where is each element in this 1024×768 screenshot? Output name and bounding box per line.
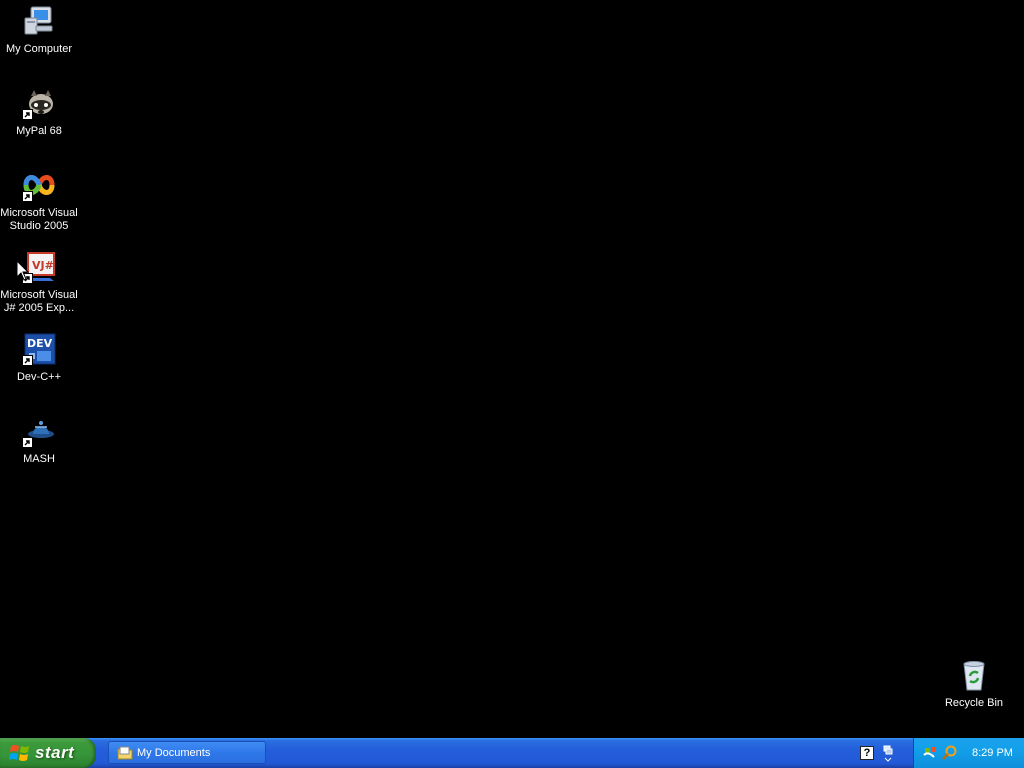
desktop-icon-visual-studio[interactable]: Microsoft Visual Studio 2005 (0, 166, 78, 233)
svg-text:DEV: DEV (27, 337, 53, 350)
dev-cpp-icon: DEV (22, 332, 56, 366)
taskbar-button-my-documents[interactable]: My Documents (108, 741, 266, 764)
start-label: start (35, 743, 75, 762)
desktop-icon-dev-cpp[interactable]: DEV Dev-C++ (0, 330, 78, 384)
windows-flag-icon (9, 745, 29, 761)
desktop-icon-mypal[interactable]: MyPal 68 (0, 84, 78, 138)
desktop-icon-mash[interactable]: MASH (0, 412, 78, 466)
svg-text:VJ#: VJ# (32, 259, 54, 272)
folder-icon (117, 746, 133, 759)
start-button[interactable]: start (0, 738, 96, 768)
desktop-icon-recycle-bin[interactable]: Recycle Bin (935, 656, 1013, 710)
shortcut-arrow-icon (22, 437, 33, 448)
recycle-bin-icon (957, 658, 991, 692)
taskbar-notification-extras: ? (860, 738, 894, 768)
my-computer-icon (22, 4, 56, 38)
desktop-icon-label: MASH (23, 453, 55, 465)
clock[interactable]: 8:29 PM (972, 747, 1013, 759)
taskbar: start My Documents ? 8:29 PM (0, 738, 1024, 768)
desktop-icon-label: Microsoft Visual J# 2005 Exp... (0, 289, 78, 314)
shortcut-arrow-icon (22, 109, 33, 120)
windows-update-icon[interactable] (922, 745, 938, 761)
desktop-icon-label: Recycle Bin (944, 697, 1004, 709)
desktop: My Computer MyPal 68 Microsoft Visual St… (0, 0, 1024, 738)
desktop-icon-visual-jsharp[interactable]: VJ# Microsoft Visual J# 2005 Exp... (0, 248, 78, 315)
search-magnifier-icon[interactable] (942, 745, 958, 761)
network-icon[interactable] (882, 744, 894, 762)
desktop-icon-my-computer[interactable]: My Computer (0, 2, 78, 56)
mouse-pointer-icon (16, 260, 30, 281)
desktop-icon-label: Dev-C++ (16, 371, 62, 383)
system-tray: 8:29 PM (913, 738, 1024, 768)
mypal-raccoon-icon (22, 86, 56, 120)
desktop-icon-label: Microsoft Visual Studio 2005 (0, 207, 78, 232)
help-icon[interactable]: ? (860, 746, 874, 760)
taskbar-button-label: My Documents (137, 746, 211, 759)
shortcut-arrow-icon (22, 355, 33, 366)
desktop-icon-label: My Computer (5, 43, 73, 55)
desktop-icon-label: MyPal 68 (16, 125, 62, 137)
shortcut-arrow-icon (22, 191, 33, 202)
visual-studio-icon (22, 168, 56, 202)
mash-hat-icon (22, 414, 56, 448)
